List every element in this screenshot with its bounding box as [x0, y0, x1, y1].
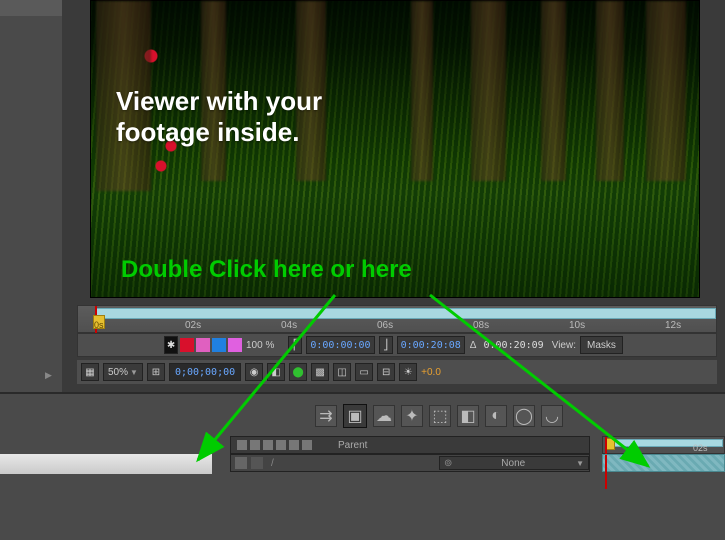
snapshot-icon[interactable]: ◉: [245, 363, 263, 381]
transparency-grid-icon[interactable]: ▩: [311, 363, 329, 381]
viewer-controls-bar: ✱ 100 % ⎡ 0:00:00:00 ⎦ 0:00:20:08 Δ 0:00…: [77, 333, 717, 357]
left-panel-tabstrip[interactable]: [0, 0, 62, 16]
draft3d-icon[interactable]: ☁: [373, 405, 395, 427]
color-swatch-blue[interactable]: [212, 338, 226, 352]
exposure-icon[interactable]: ☀: [399, 363, 417, 381]
work-area-bar[interactable]: [96, 308, 716, 319]
parent-column-label: Parent: [338, 440, 367, 451]
in-bracket-icon[interactable]: ⎡: [288, 336, 302, 354]
flowchart-icon[interactable]: ⇉: [315, 405, 337, 427]
preview-time-ruler[interactable]: 0s 02s 04s 06s 08s 10s 12s: [77, 305, 717, 333]
timeline-ruler[interactable]: 02s: [602, 436, 725, 454]
timecode-out[interactable]: 0:00:20:08: [397, 336, 465, 354]
mode-icon[interactable]: [250, 440, 260, 450]
color-swatch-pink[interactable]: [228, 338, 242, 352]
ruler-tick: 02s: [693, 443, 708, 453]
parent-dropdown[interactable]: ⊚ None ▼: [439, 456, 589, 470]
composition-mini-flowchart-icon[interactable]: ▣: [343, 404, 367, 428]
expand-arrow-icon[interactable]: ▶: [45, 370, 52, 381]
timecode-in[interactable]: 0:00:00:00: [306, 336, 374, 354]
app-frame: ▶ Viewer with your footage inside. Doubl…: [0, 0, 725, 540]
footage-preview: [91, 1, 699, 297]
ruler-tick: 06s: [377, 320, 393, 331]
shy-icon[interactable]: ◡: [541, 405, 563, 427]
resolution-readout[interactable]: 100 %: [246, 340, 274, 351]
view-mode-dropdown[interactable]: Masks: [580, 336, 623, 354]
ruler-tick: 12s: [665, 320, 681, 331]
motion-blur-col-icon[interactable]: [276, 440, 286, 450]
exposure-readout[interactable]: +0.0: [421, 367, 441, 378]
layer-switch-icon[interactable]: [251, 457, 263, 469]
timeline-toolbar: ⇉ ▣ ☁ ✦ ⬚ ◧ ◐ ◯ ◡: [315, 402, 725, 430]
ruler-tick: 08s: [473, 320, 489, 331]
timecode-duration: 0:00:20:09: [480, 336, 546, 354]
view-label: View:: [552, 340, 576, 351]
ruler-tick: 02s: [185, 320, 201, 331]
timeline-panel: ⇉ ▣ ☁ ✦ ⬚ ◧ ◐ ◯ ◡ Parent /: [0, 392, 725, 540]
annotation-doubleclick: Double Click here or here: [121, 256, 412, 284]
region-icon[interactable]: ▭: [355, 363, 373, 381]
layer-switch-icon[interactable]: [235, 457, 247, 469]
silhouette-icon[interactable]: ✱: [164, 336, 178, 354]
layer-name-cell[interactable]: [0, 454, 212, 474]
show-channel-icon[interactable]: ◧: [267, 363, 285, 381]
layer-track-bar[interactable]: [602, 454, 725, 472]
av-features-icon[interactable]: [237, 440, 247, 450]
motion-blur-icon[interactable]: ✦: [401, 405, 423, 427]
frame-blend-icon[interactable]: ⬚: [429, 405, 451, 427]
brainstorm-icon[interactable]: ◐: [485, 405, 507, 427]
delta-label: Δ: [470, 340, 477, 351]
current-timecode[interactable]: 0;00;00;00: [169, 363, 241, 381]
out-bracket-icon[interactable]: ⎦: [379, 336, 393, 354]
grid-toggle-icon[interactable]: ▦: [81, 363, 99, 381]
ruler-tick: 04s: [281, 320, 297, 331]
mask-toggle-icon[interactable]: ◫: [333, 363, 351, 381]
auto-keyframe-icon[interactable]: ◯: [513, 405, 535, 427]
resolution-dropdown-icon[interactable]: ⊞: [147, 363, 165, 381]
guides-icon[interactable]: ⊟: [377, 363, 395, 381]
color-mgmt-icon[interactable]: ⬤: [289, 363, 307, 381]
fx-icon[interactable]: [263, 440, 273, 450]
adj-layer-icon[interactable]: [289, 440, 299, 450]
playhead-flag-icon[interactable]: 0s: [93, 315, 105, 329]
magnification-dropdown[interactable]: 50%▼: [103, 363, 143, 381]
color-swatch-magenta[interactable]: [196, 338, 210, 352]
graph-editor-icon[interactable]: ◧: [457, 405, 479, 427]
composition-viewer[interactable]: Viewer with your footage inside. Double …: [90, 0, 700, 298]
annotation-caption: Viewer with your footage inside.: [116, 86, 322, 148]
layer-column-headers: Parent: [230, 436, 590, 454]
layer-row[interactable]: / ⊚ None ▼: [230, 454, 590, 472]
color-swatch-red[interactable]: [180, 338, 194, 352]
viewer-footer-bar: ▦ 50%▼ ⊞ 0;00;00;00 ◉ ◧ ⬤ ▩ ◫ ▭ ⊟ ☀ +0.0: [77, 360, 717, 384]
ruler-tick: 10s: [569, 320, 585, 331]
3d-layer-icon[interactable]: [302, 440, 312, 450]
